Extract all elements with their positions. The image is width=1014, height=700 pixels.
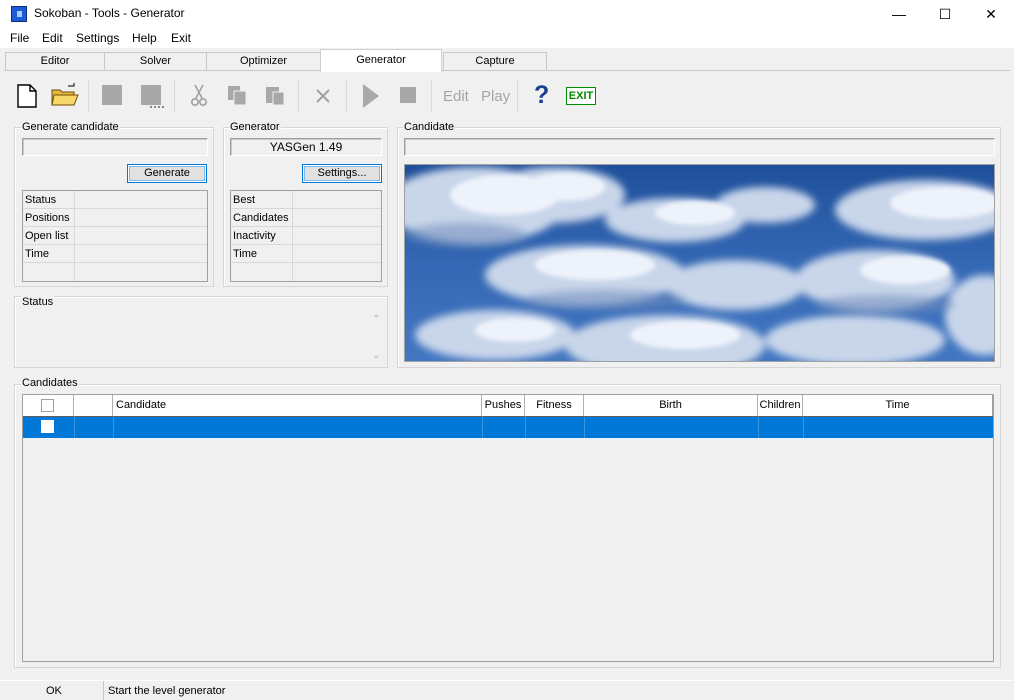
stat-label-status: Status [25,194,57,206]
grid-row [23,263,207,281]
status-scroll-down-icon[interactable]: ⌄ [372,350,380,361]
row-divider [758,417,759,438]
header-candidate[interactable]: Candidate [113,395,482,416]
play-icon[interactable] [360,82,382,110]
statusbar-ok: OK [46,685,62,697]
tab-solver[interactable]: Solver [104,52,207,70]
row-divider [525,417,526,438]
select-all-checkbox[interactable] [41,399,54,412]
grid-row: Time [23,245,207,263]
status-scroll-up-icon[interactable]: ⌃ [372,314,380,325]
toolbar-separator [346,80,347,112]
grid-row: Best [231,191,381,209]
generate-button[interactable]: Generate [127,164,207,183]
toolbar-separator [298,80,299,112]
open-folder-icon[interactable] [50,82,80,110]
toolbar-separator [431,80,432,112]
stat-label-best: Best [233,194,256,206]
toolbar-separator [174,80,175,112]
candidates-title: Candidates [21,377,79,389]
cut-icon[interactable] [188,82,210,110]
grid-row: Open list [23,227,207,245]
edit-button[interactable]: Edit [443,88,469,105]
generate-candidate-field [22,138,208,156]
tab-divider [4,70,1010,71]
generator-settings-button[interactable]: Settings... [302,164,382,183]
generate-stats-grid: Status Positions Open list Time [22,190,208,282]
statusbar-message: Start the level generator [108,685,226,697]
candidate-field [404,138,995,156]
status-group [14,296,388,368]
paste-icon[interactable] [264,82,288,110]
delete-icon[interactable] [312,82,334,110]
save-as-dots-icon [150,105,164,108]
row-divider [74,417,75,438]
header-fitness[interactable]: Fitness [525,395,584,416]
sokoban-app-icon [11,6,27,22]
stat-label-positions: Positions [25,212,70,224]
row-divider [482,417,483,438]
save-as-icon[interactable] [141,85,161,105]
header-birth[interactable]: Birth [584,395,758,416]
grid-row: Time [231,245,381,263]
row-divider [113,417,114,438]
header-checkbox-cell[interactable] [23,395,74,416]
grid-row: Candidates [231,209,381,227]
stat-label-open-list: Open list [25,230,69,242]
stop-icon[interactable] [400,87,416,103]
row-checkbox[interactable] [41,420,54,433]
save-icon[interactable] [102,85,122,105]
candidate-preview-image [404,164,995,362]
tab-editor[interactable]: Editor [5,52,105,70]
window-title: Sokoban - Tools - Generator [34,6,185,20]
play-button[interactable]: Play [481,88,510,105]
generator-title: Generator [229,121,281,133]
generator-version-field: YASGen 1.49 [230,138,382,156]
minimize-button[interactable]: — [876,0,922,28]
menu-file[interactable]: File [10,31,29,45]
help-icon[interactable]: ? [534,81,549,110]
toolbar-separator [88,80,89,112]
row-divider [803,417,804,438]
header-index[interactable] [74,395,113,416]
menu-exit[interactable]: Exit [171,31,191,45]
grid-row [231,263,381,281]
close-button[interactable]: ✕ [968,0,1014,28]
table-row-selected[interactable] [23,417,993,438]
menu-help[interactable]: Help [132,31,157,45]
header-pushes[interactable]: Pushes [482,395,525,416]
statusbar-divider [103,681,104,700]
copy-icon[interactable] [226,82,250,110]
stat-label-time: Time [25,248,50,260]
toolbar-separator [517,80,518,112]
menu-edit[interactable]: Edit [42,31,63,45]
grid-row: Positions [23,209,207,227]
stat-label-time: Time [233,248,258,260]
status-title: Status [21,296,55,308]
grid-row: Inactivity [231,227,381,245]
new-file-icon[interactable] [14,82,40,110]
maximize-button[interactable]: ☐ [922,0,968,28]
header-time[interactable]: Time [803,395,993,416]
header-children[interactable]: Children [758,395,803,416]
tab-optimizer[interactable]: Optimizer [206,52,321,70]
stat-label-candidates: Candidates [233,212,289,224]
generator-stats-grid: Best Candidates Inactivity Time [230,190,382,282]
grid-row: Status [23,191,207,209]
exit-icon[interactable]: EXIT [566,87,596,105]
generate-candidate-title: Generate candidate [21,121,120,133]
menu-settings[interactable]: Settings [76,31,119,45]
stat-label-inactivity: Inactivity [233,230,276,242]
tab-capture[interactable]: Capture [443,52,547,70]
row-divider [584,417,585,438]
candidate-title: Candidate [403,121,456,133]
tab-generator[interactable]: Generator [320,49,442,72]
